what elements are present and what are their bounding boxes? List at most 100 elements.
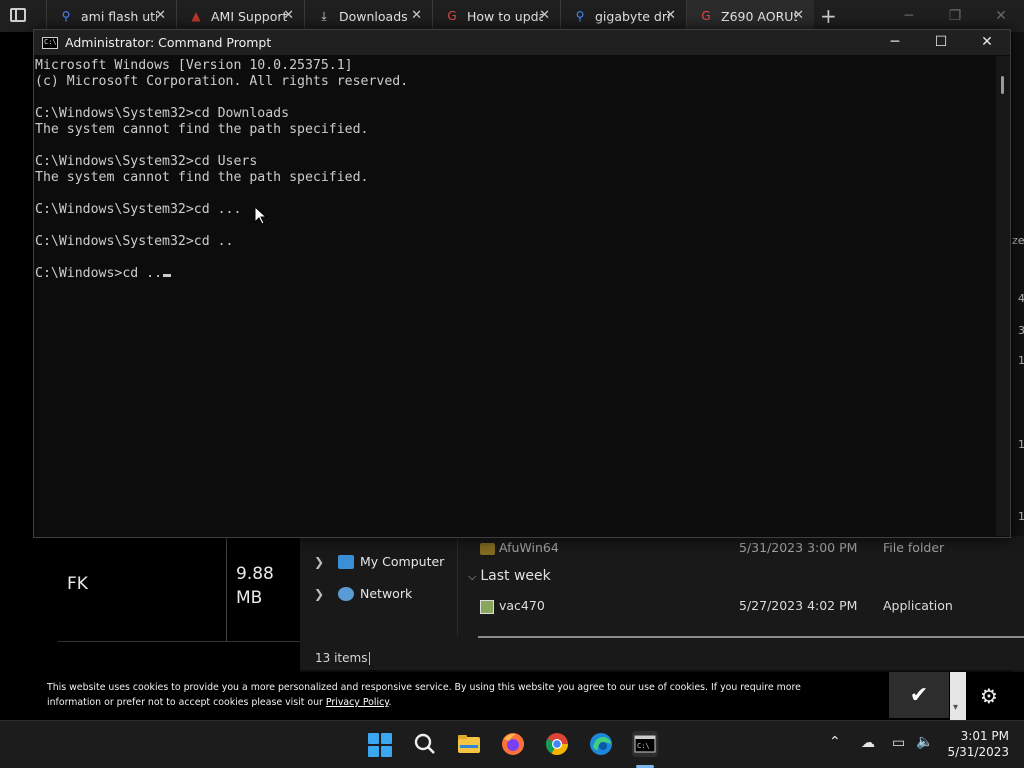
nav-item-network[interactable]: ❯ Network xyxy=(314,586,412,601)
cmd-window-controls: ─ ☐ ✕ xyxy=(872,30,1010,55)
display-icon[interactable]: ▭ xyxy=(892,735,905,768)
search-icon: ⚲ xyxy=(575,9,585,23)
chevron-right-icon[interactable]: ❯ xyxy=(314,555,326,569)
chevron-down-icon[interactable]: ⌵ xyxy=(468,570,476,583)
g-logo-icon: G xyxy=(447,9,457,23)
close-tab-icon[interactable]: ✕ xyxy=(283,8,294,23)
cmd-vertical-scrollbar[interactable] xyxy=(996,56,1010,536)
network-icon xyxy=(338,586,354,601)
file-explorer-window: ❯ My Computer ❯ Network AfuWin64 5/31/20… xyxy=(300,536,1024,670)
minimize-icon[interactable]: ─ xyxy=(872,30,918,55)
chevron-up-icon[interactable]: ⌃ xyxy=(829,734,841,768)
cmd-line: (c) Microsoft Corporation. All rights re… xyxy=(35,74,409,89)
close-tab-icon[interactable]: ✕ xyxy=(155,8,166,23)
cmd-line xyxy=(35,90,994,106)
tab-ami-flash-utility[interactable]: ⚲ ami flash utility ✕ xyxy=(46,0,176,32)
tab-how-to-update[interactable]: G How to update ✕ xyxy=(432,0,560,32)
cmd-line: Microsoft Windows [Version 10.0.25375.1] xyxy=(35,58,353,73)
cmd-window-title: Administrator: Command Prompt xyxy=(65,35,272,50)
computer-icon xyxy=(338,554,354,569)
scrollbar-thumb[interactable] xyxy=(1001,76,1004,94)
cmd-line: C:\Windows\System32>cd Users xyxy=(35,154,258,169)
chrome-icon[interactable] xyxy=(544,731,570,757)
minimize-icon[interactable]: ─ xyxy=(886,0,932,32)
bg-fragment: 4 xyxy=(1018,292,1024,305)
status-separator xyxy=(369,652,370,665)
volume-icon[interactable]: 🔈 xyxy=(916,734,933,768)
file-row-afuwin64[interactable]: AfuWin64 5/31/2023 3:00 PM File folder xyxy=(460,540,1024,560)
browser-tab-strip: ⚲ ami flash utility ✕ ▲ AMI Support ✕ ⤓ … xyxy=(0,0,1024,32)
bg-fragment: 1 xyxy=(1018,438,1024,451)
g-logo-icon: G xyxy=(701,9,711,23)
close-icon[interactable]: ✕ xyxy=(964,30,1010,55)
cmd-title-bar[interactable]: C:\ Administrator: Command Prompt ─ ☐ ✕ xyxy=(34,30,1010,55)
gear-icon[interactable]: ⚙ xyxy=(980,684,998,708)
network-offline-icon[interactable]: ☁ xyxy=(861,735,875,768)
bg-fragment: ze xyxy=(1012,234,1024,247)
application-icon xyxy=(480,600,494,614)
cmd-console-output[interactable]: Microsoft Windows [Version 10.0.25375.1]… xyxy=(34,58,994,536)
close-tab-icon[interactable]: ✕ xyxy=(411,8,422,23)
explorer-nav-pane: ❯ My Computer ❯ Network xyxy=(300,536,458,636)
tab-z690-aorus[interactable]: G Z690 AORUS ✕ xyxy=(686,0,814,32)
system-clock[interactable]: 3:01 PM 5/31/2023 xyxy=(945,728,1009,760)
cmd-line: C:\Windows>cd .. xyxy=(35,266,994,282)
clock-time: 3:01 PM xyxy=(960,729,1009,743)
new-tab-plus-icon[interactable]: + xyxy=(820,4,837,28)
command-prompt-taskbar-icon[interactable]: C:\ xyxy=(632,731,658,757)
tab-gigabyte-driver[interactable]: ⚲ gigabyte driver ✕ xyxy=(560,0,686,32)
file-explorer-icon[interactable] xyxy=(456,731,482,757)
cmd-line xyxy=(35,138,994,154)
cmd-line: C:\Windows\System32>cd ... xyxy=(35,202,242,217)
windows-start-icon[interactable] xyxy=(368,733,392,757)
command-prompt-window[interactable]: C:\ Administrator: Command Prompt ─ ☐ ✕ … xyxy=(33,29,1011,538)
bg-fragment: 1 xyxy=(1018,510,1024,523)
checkmark-icon: ✔ xyxy=(909,682,929,708)
close-tab-icon[interactable]: ✕ xyxy=(665,8,676,23)
tab-actions-icon[interactable] xyxy=(10,8,26,22)
privacy-policy-link[interactable]: Privacy Policy xyxy=(326,697,389,708)
download-icon: ⤓ xyxy=(321,9,327,23)
clock-date: 5/31/2023 xyxy=(947,745,1009,759)
chevron-right-icon[interactable]: ❯ xyxy=(314,587,326,601)
cmd-line: The system cannot find the path specifie… xyxy=(35,122,369,137)
cmd-line xyxy=(35,250,994,266)
cmd-line: The system cannot find the path specifie… xyxy=(35,170,369,185)
close-icon[interactable]: ✕ xyxy=(978,0,1024,32)
nav-item-my-computer[interactable]: ❯ My Computer xyxy=(314,554,444,569)
explorer-file-list: AfuWin64 5/31/2023 3:00 PM File folder ⌵… xyxy=(460,536,1024,636)
search-icon[interactable] xyxy=(412,731,438,757)
cmd-line: C:\Windows\System32>cd Downloads xyxy=(35,106,290,121)
bg-fragment: 1 xyxy=(1018,354,1024,367)
folder-icon xyxy=(480,543,495,555)
cmd-line xyxy=(35,186,994,202)
edge-icon[interactable] xyxy=(588,731,614,757)
cmd-line: C:\Windows\System32>cd .. xyxy=(35,234,234,249)
close-tab-icon[interactable]: ✕ xyxy=(539,8,550,23)
mouse-pointer-icon xyxy=(254,205,268,229)
close-tab-icon[interactable]: ✕ xyxy=(793,8,804,23)
bg-fragment: 3 xyxy=(1018,324,1024,337)
svg-text:C:\: C:\ xyxy=(637,742,650,750)
explorer-horizontal-scrollbar[interactable] xyxy=(478,636,1024,638)
firefox-icon[interactable] xyxy=(500,731,526,757)
search-icon: ⚲ xyxy=(61,9,71,23)
tab-ami-support[interactable]: ▲ AMI Support ✕ xyxy=(176,0,304,32)
file-row-vac470[interactable]: vac470 5/27/2023 4:02 PM Application xyxy=(460,598,1024,618)
cookie-banner-text: This website uses cookies to provide you… xyxy=(47,682,801,708)
restore-icon[interactable]: ❐ xyxy=(932,0,978,32)
group-header-last-week[interactable]: ⌵ Last week xyxy=(468,568,551,584)
desktop: ⚲ ami flash utility ✕ ▲ AMI Support ✕ ⤓ … xyxy=(0,0,1024,768)
cookie-banner-scrollbar[interactable] xyxy=(950,672,966,720)
explorer-status-bar: 13 items xyxy=(300,646,1024,670)
cmd-app-icon: C:\ xyxy=(42,37,58,49)
browser-window-controls: ─ ❐ ✕ xyxy=(886,0,1024,32)
tab-downloads[interactable]: ⤓ Downloads ✕ xyxy=(304,0,432,32)
cookie-banner: This website uses cookies to provide you… xyxy=(0,672,1024,720)
ami-logo-icon: ▲ xyxy=(191,9,201,23)
download-name-cell: FK xyxy=(58,538,226,642)
download-size-cell: 9.88 MB xyxy=(226,538,300,642)
maximize-icon[interactable]: ☐ xyxy=(918,30,964,55)
taskbar: C:\ ⌃ ☁ ▭ 🔈 3:01 PM 5/31/2023 xyxy=(0,720,1024,768)
cookie-accept-button[interactable]: ✔ xyxy=(889,672,949,718)
